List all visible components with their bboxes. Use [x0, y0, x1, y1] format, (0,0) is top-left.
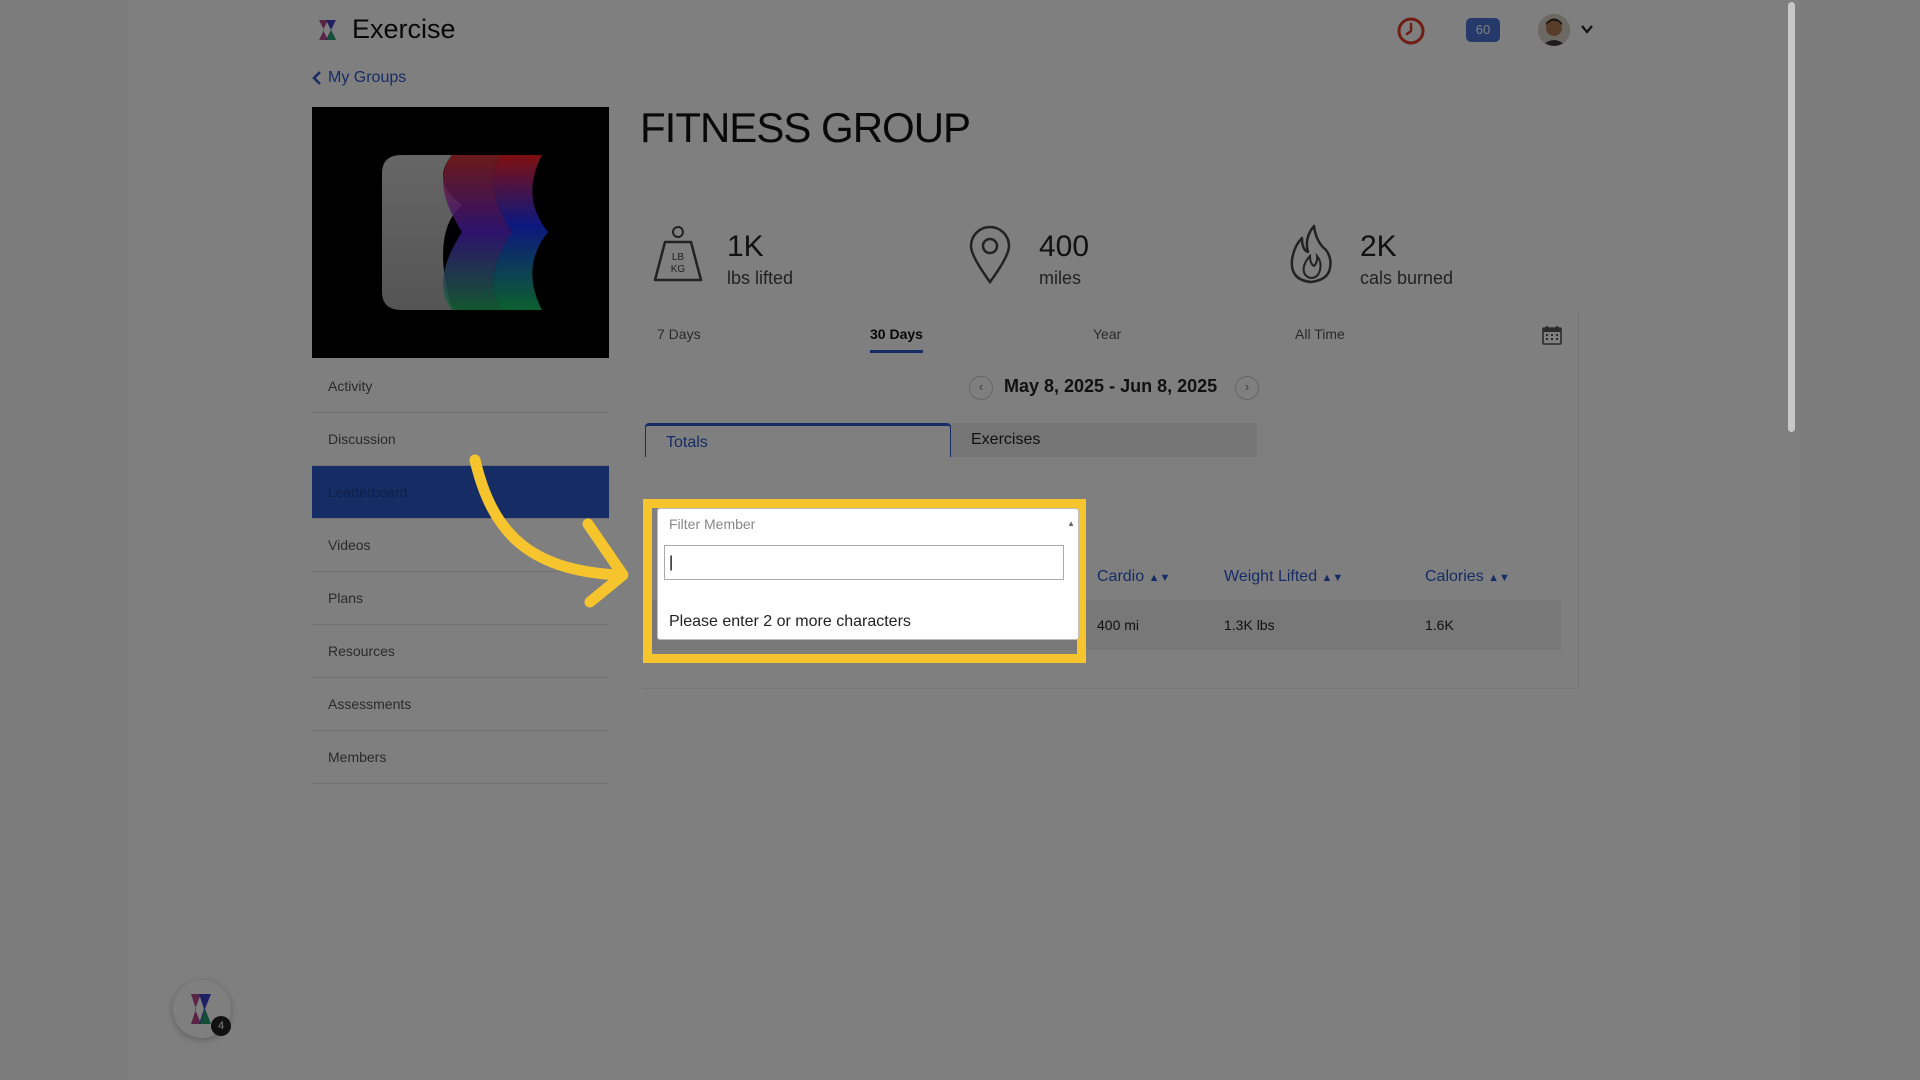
stat-label: cals burned — [1360, 268, 1454, 288]
avatar[interactable] — [1538, 14, 1570, 46]
scrollbar-thumb[interactable] — [1788, 2, 1795, 432]
filter-member-hint: Please enter 2 or more characters — [669, 613, 911, 630]
filter-member-search-input[interactable]: | — [664, 545, 1064, 580]
sort-icon: ▲▼ — [1148, 572, 1171, 584]
column-label: Cardio — [1097, 568, 1145, 585]
filter-member-dropdown[interactable]: Filter Member ▲ | Please enter 2 or more… — [657, 508, 1079, 640]
notification-badge[interactable]: 60 — [1466, 18, 1500, 42]
column-weight-lifted[interactable]: Weight Lifted ▲▼ — [1224, 568, 1343, 586]
stat-value: 400 — [1039, 230, 1090, 263]
stat-value: 2K — [1360, 230, 1397, 263]
sort-icon: ▲▼ — [1488, 572, 1510, 584]
app-title: Exercise — [352, 14, 456, 44]
weight-icon-lb: LB — [672, 252, 685, 263]
weight-icon-kg: KG — [671, 264, 686, 275]
stat-label: miles — [1039, 268, 1082, 288]
chevron-down-icon[interactable] — [1580, 22, 1594, 36]
date-range: May 8, 2025 - Jun 8, 2025 — [1004, 376, 1218, 396]
back-link[interactable]: My Groups — [312, 69, 406, 87]
prev-date-button[interactable]: ‹ — [969, 376, 993, 400]
page-scrollbar[interactable] — [1781, 0, 1800, 1080]
column-label: Weight Lifted — [1224, 568, 1318, 585]
sort-icon: ▲▼ — [1321, 572, 1344, 584]
cell-cardio: 400 mi — [1097, 617, 1140, 633]
filter-member-label: Filter Member — [669, 516, 756, 532]
calendar-icon[interactable] — [1542, 325, 1562, 345]
stat-label: lbs lifted — [727, 268, 794, 288]
tab-exercises[interactable]: Exercises — [951, 423, 1257, 457]
sidebar-item-activity[interactable]: Activity — [312, 360, 609, 413]
caret-up-icon[interactable]: ▲ — [1067, 519, 1075, 528]
tab-year[interactable]: Year — [1093, 326, 1121, 342]
top-header: Exercise 60 — [128, 0, 1800, 60]
pointer-arrow-icon — [469, 454, 629, 608]
page-title: FITNESS GROUP — [640, 104, 971, 151]
cell-weight: 1.3K lbs — [1224, 617, 1275, 633]
cell-calories: 1.6K — [1425, 617, 1454, 633]
column-calories[interactable]: Calories ▲▼ — [1425, 568, 1510, 586]
column-label: Calories — [1425, 568, 1484, 585]
tab-all-time[interactable]: All Time — [1295, 326, 1345, 342]
logo-icon[interactable] — [314, 16, 342, 44]
map-pin-icon — [969, 225, 1011, 284]
stat-value: 1K — [727, 230, 764, 263]
back-link-label: My Groups — [328, 69, 407, 86]
tab-30-days[interactable]: 30 Days — [870, 326, 923, 353]
clock-icon[interactable] — [1396, 16, 1426, 46]
group-image — [312, 107, 609, 358]
notification-count-badge: 4 — [211, 1016, 231, 1036]
tab-7-days[interactable]: 7 Days — [657, 326, 701, 342]
sidebar-item-members[interactable]: Members — [312, 731, 609, 784]
column-cardio[interactable]: Cardio ▲▼ — [1097, 568, 1170, 586]
sidebar-item-resources[interactable]: Resources — [312, 625, 609, 678]
next-date-button[interactable]: › — [1235, 376, 1259, 400]
chevron-left-icon — [312, 71, 321, 85]
sidebar-item-assessments[interactable]: Assessments — [312, 678, 609, 731]
weight-icon: LB KG — [653, 226, 703, 282]
flame-icon — [1290, 224, 1332, 284]
tab-totals[interactable]: Totals — [645, 423, 951, 457]
